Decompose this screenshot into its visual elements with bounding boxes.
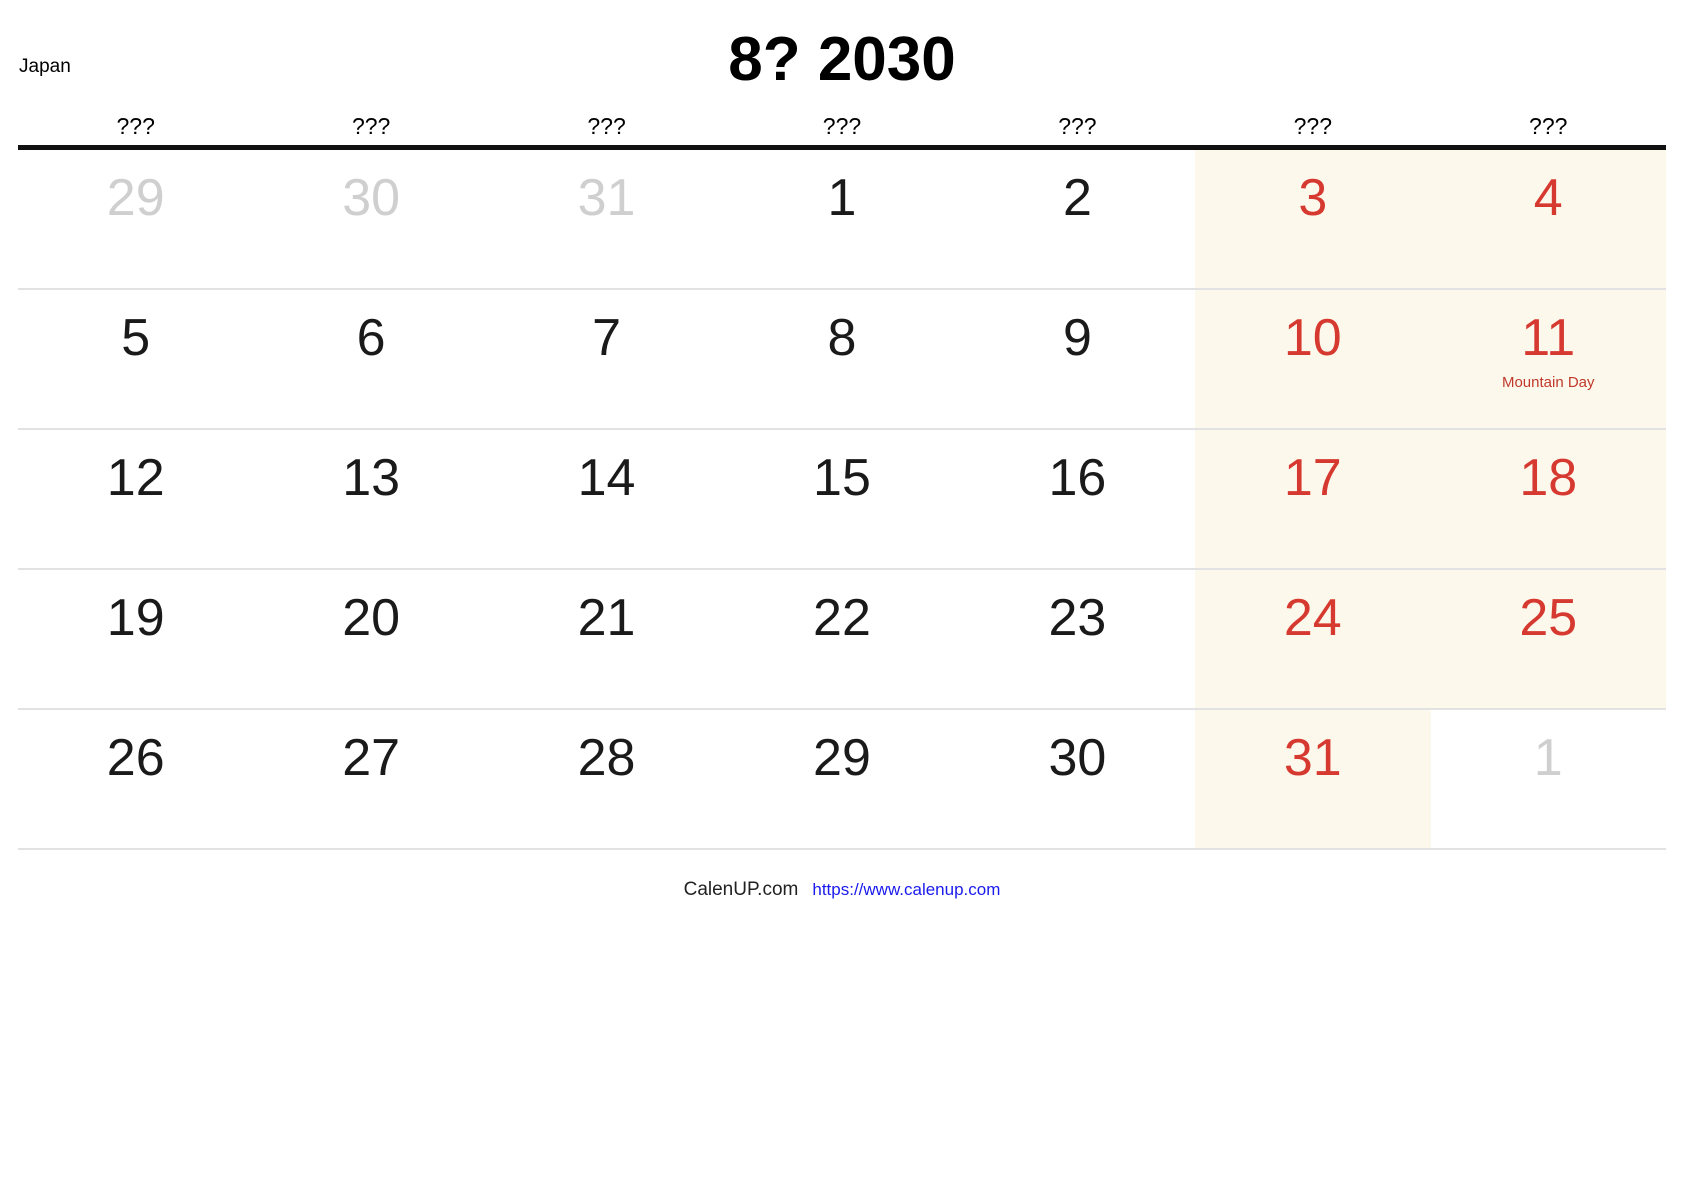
day-cell[interactable]: 28 — [488, 710, 725, 848]
day-number: 26 — [106, 729, 165, 787]
weekday-header-1: ??? — [351, 113, 391, 139]
day-cell[interactable]: 22 — [724, 570, 960, 708]
day-number: 16 — [1048, 449, 1107, 507]
day-cell[interactable]: 11 Mountain Day — [1430, 290, 1666, 428]
day-cell[interactable]: 8 — [724, 290, 960, 428]
day-cell[interactable]: 30 — [253, 150, 489, 288]
weekday-header-0: ??? — [116, 113, 155, 139]
day-number: 14 — [577, 449, 636, 507]
day-number: 6 — [356, 309, 386, 367]
day-cell[interactable]: 26 — [18, 710, 254, 848]
day-cell[interactable]: 14 — [488, 430, 725, 568]
day-cell[interactable]: 6 — [253, 290, 489, 428]
day-number: 1 — [827, 169, 857, 227]
day-number: 23 — [1048, 589, 1107, 647]
calendar-page: Japan 8? 2030 ????????????????????? 29 30… — [0, 0, 1684, 1191]
day-cell[interactable]: 1 — [724, 150, 960, 288]
weekday-header-6: ??? — [1529, 113, 1568, 139]
day-cell[interactable]: 24 — [1195, 570, 1431, 708]
day-cell[interactable]: 17 — [1195, 430, 1431, 568]
day-cell[interactable]: 7 — [488, 290, 725, 428]
day-cell[interactable]: 31 — [1195, 710, 1431, 848]
footer-url-link[interactable]: https://www.calenup.com — [812, 881, 1000, 898]
day-cell[interactable]: 20 — [253, 570, 489, 708]
page-title: 8? 2030 — [728, 25, 956, 94]
week-row: 12 13 14 15 16 17 18 — [18, 430, 1666, 570]
day-cell[interactable]: 10 — [1195, 290, 1431, 428]
day-number: 13 — [342, 449, 401, 507]
day-number: 7 — [592, 309, 622, 367]
day-number: 30 — [1048, 729, 1107, 787]
day-number: 31 — [577, 169, 636, 227]
day-number: 17 — [1283, 449, 1342, 507]
day-number: 5 — [121, 309, 151, 367]
day-number: 10 — [1283, 309, 1342, 367]
day-cell[interactable]: 27 — [253, 710, 489, 848]
weekday-header-4: ??? — [1058, 113, 1097, 139]
day-number: 21 — [577, 589, 636, 647]
week-row: 19 20 21 22 23 24 25 — [18, 570, 1666, 710]
footer-brand: CalenUP.com — [683, 879, 799, 900]
day-cell[interactable]: 3 — [1195, 150, 1431, 288]
day-cell[interactable]: 1 — [1430, 710, 1666, 848]
day-number: 18 — [1519, 449, 1578, 507]
day-number: 9 — [1062, 309, 1092, 367]
day-number: 15 — [813, 449, 871, 507]
day-cell[interactable]: 16 — [959, 430, 1196, 568]
day-number: 4 — [1533, 169, 1563, 227]
calendar-header: Japan 8? 2030 — [0, 0, 1684, 105]
day-number: 12 — [106, 449, 165, 507]
day-number: 8 — [827, 309, 857, 367]
day-number: 1 — [1533, 729, 1563, 787]
day-number: 2 — [1062, 169, 1092, 227]
day-number: 31 — [1283, 729, 1342, 787]
day-number: 3 — [1298, 169, 1328, 227]
day-number: 27 — [342, 729, 401, 787]
day-number: 28 — [577, 729, 636, 787]
day-cell[interactable]: 18 — [1430, 430, 1666, 568]
week-row: 5 6 7 8 9 10 11 Mountain Day — [18, 290, 1666, 430]
holiday-label: Mountain Day — [1501, 374, 1595, 391]
day-number: 24 — [1283, 589, 1342, 647]
day-cell[interactable]: 13 — [253, 430, 489, 568]
weekday-header-3: ??? — [822, 113, 862, 139]
calendar-weeks: 29 30 31 1 2 3 4 5 6 7 8 9 10 11 Mountain Day 12 13 14 15 1… — [18, 150, 1666, 850]
day-cell[interactable]: 25 — [1430, 570, 1666, 708]
day-number: 20 — [342, 589, 401, 647]
day-number: 29 — [813, 729, 871, 787]
day-cell[interactable]: 23 — [959, 570, 1196, 708]
day-cell[interactable]: 21 — [488, 570, 725, 708]
day-number: 19 — [106, 589, 165, 647]
weekday-header-row: ????????????????????? — [18, 105, 1666, 150]
day-cell[interactable]: 30 — [959, 710, 1196, 848]
weekday-header-2: ??? — [587, 113, 626, 139]
week-row: 26 27 28 29 30 31 1 — [18, 710, 1666, 850]
day-number: 30 — [342, 169, 401, 227]
day-number: 25 — [1519, 589, 1578, 647]
day-cell[interactable]: 15 — [724, 430, 960, 568]
day-cell[interactable]: 19 — [18, 570, 254, 708]
day-cell[interactable]: 29 — [18, 150, 254, 288]
day-cell[interactable]: 4 — [1430, 150, 1666, 288]
footer: CalenUP.com https://www.calenup.com — [0, 880, 1684, 899]
calendar-grid: ????????????????????? 29 30 31 1 2 3 4 5 6 7 8 9 10 1… — [18, 105, 1666, 850]
day-cell[interactable]: 31 — [488, 150, 725, 288]
day-cell[interactable]: 5 — [18, 290, 254, 428]
week-row: 29 30 31 1 2 3 4 — [18, 150, 1666, 290]
day-cell[interactable]: 2 — [959, 150, 1196, 288]
day-number: 29 — [106, 169, 165, 227]
day-number: 11 — [1521, 309, 1576, 367]
day-cell[interactable]: 29 — [724, 710, 960, 848]
day-cell[interactable]: 12 — [18, 430, 254, 568]
day-number: 22 — [813, 589, 871, 647]
day-cell[interactable]: 9 — [959, 290, 1196, 428]
weekday-header-5: ??? — [1293, 113, 1332, 139]
